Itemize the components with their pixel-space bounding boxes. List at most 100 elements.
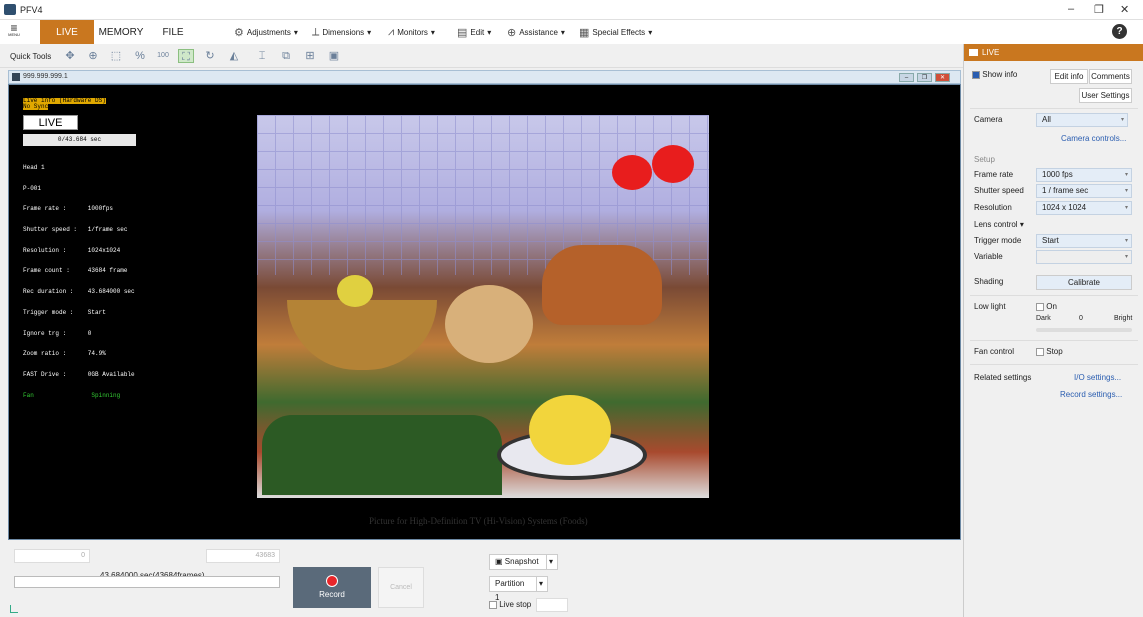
menu-edit[interactable]: ▤ Edit ▾ xyxy=(457,26,491,39)
window-title: PFV4 xyxy=(20,5,43,15)
crop-icon[interactable]: ⌶ xyxy=(254,49,270,63)
edit-info-button[interactable]: Edit info xyxy=(1050,69,1088,84)
shutter-speed-select[interactable]: 1 / frame sec ▾ xyxy=(1036,184,1132,198)
show-info-checkbox[interactable]: Show info xyxy=(972,70,1017,79)
window-icon[interactable]: ▣ xyxy=(326,49,342,63)
live-stop-button[interactable] xyxy=(536,598,568,612)
camera-info-list: Head 1 P-001 Frame rate : 1000fps Shutte… xyxy=(23,151,135,413)
dimensions-icon: ⟂ xyxy=(312,26,320,38)
fit-icon[interactable]: ⛶ xyxy=(178,49,194,63)
related-settings-label: Related settings xyxy=(974,373,1032,382)
app-icon xyxy=(4,4,16,15)
zoom-100-icon[interactable]: 100 xyxy=(155,49,171,63)
info-line: Shutter speed : 1/frame sec xyxy=(23,225,128,233)
snapshot-dropdown[interactable]: ▾ xyxy=(546,554,558,570)
camera-select[interactable]: All ▾ xyxy=(1036,113,1128,127)
menu-button[interactable]: ≡ MENU xyxy=(7,22,21,37)
live-info-overlay: Live info (Hardware DS) No Sync xyxy=(23,98,106,110)
frame-rate-select[interactable]: 1000 fps ▾ xyxy=(1036,168,1132,182)
menu-special-effects[interactable]: ▦ Special Effects ▾ xyxy=(579,26,652,39)
info-line: Frame count : 43684 frame xyxy=(23,267,128,275)
lens-control-toggle[interactable]: Lens control ▾ xyxy=(974,220,1024,229)
trigger-mode-select[interactable]: Start ▾ xyxy=(1036,234,1132,248)
zoom-in-icon[interactable]: ⊕ xyxy=(85,49,101,63)
grid-icon[interactable]: ⊞ xyxy=(302,49,318,63)
shading-label: Shading xyxy=(974,277,1004,286)
menu-assistance[interactable]: ⊕ Assistance ▾ xyxy=(507,26,565,39)
low-light-checkbox[interactable]: On xyxy=(1036,302,1057,311)
io-settings-link[interactable]: I/O settings... xyxy=(1074,373,1121,382)
low-light-label: Low light xyxy=(974,302,1006,311)
assistance-icon: ⊕ xyxy=(507,27,517,39)
tab-memory[interactable]: MEMORY xyxy=(97,20,145,44)
resolution-select[interactable]: 1024 x 1024 ▾ xyxy=(1036,201,1132,215)
live-stop-checkbox[interactable]: Live stop xyxy=(489,600,531,609)
record-settings-link[interactable]: Record settings... xyxy=(1060,390,1122,399)
flip-icon[interactable]: ◭ xyxy=(226,49,242,63)
overlay-sync: No Sync xyxy=(23,103,49,110)
variable-label: Variable xyxy=(974,252,1003,261)
fan-control-label: Fan control xyxy=(974,347,1015,356)
live-settings-panel: LIVE Show info Edit info Comments User S… xyxy=(963,44,1143,617)
camera-label: Camera xyxy=(974,115,1003,124)
minimize-button[interactable]: – xyxy=(1068,3,1074,15)
layer-icon[interactable]: ⧉ xyxy=(278,49,294,63)
marker-icon xyxy=(10,605,18,613)
restore-button[interactable]: ❐ xyxy=(1094,3,1104,16)
fan-status: Fan Spinning xyxy=(23,391,121,399)
fan-stop-checkbox[interactable]: Stop xyxy=(1036,347,1063,356)
menu-bar: ≡ MENU LIVE MEMORY FILE ⚙ Adjustments ▾ ⟂ Di… xyxy=(0,20,1143,44)
live-viewport[interactable]: Picture for High-Definition TV (Hi-Visio… xyxy=(8,84,961,540)
monitors-icon: ⩘ xyxy=(388,26,395,38)
title-bar: PFV4 – ❐ ✕ xyxy=(0,0,1143,20)
shutter-speed-label: Shutter speed xyxy=(974,186,1024,195)
menu-monitors[interactable]: ⩘ Monitors ▾ xyxy=(388,26,435,39)
tab-file[interactable]: FILE xyxy=(158,20,188,44)
tab-live[interactable]: LIVE xyxy=(40,20,94,44)
info-line: P-001 xyxy=(23,184,42,192)
viewer-restore-button[interactable]: ❐ xyxy=(917,73,932,82)
snapshot-button[interactable]: ▣ Snapshot xyxy=(489,554,547,570)
resolution-label: Resolution xyxy=(974,203,1012,212)
info-line: FAST Drive : 0GB Available xyxy=(23,371,135,378)
viewer-title: 999.999.999.1 xyxy=(23,73,68,80)
close-button[interactable]: ✕ xyxy=(1120,3,1129,16)
rotate-icon[interactable]: ↻ xyxy=(202,49,218,63)
cancel-button[interactable]: Cancel xyxy=(378,567,424,608)
pan-icon[interactable]: ✥ xyxy=(62,49,78,63)
partition-select[interactable]: Partition 1 xyxy=(489,576,537,602)
menu-dimensions[interactable]: ⟂ Dimensions ▾ xyxy=(312,26,371,39)
frame-rate-label: Frame rate xyxy=(974,170,1014,179)
record-button[interactable]: Record xyxy=(293,567,371,608)
edit-icon: ▤ xyxy=(457,27,468,39)
start-frame-field[interactable]: 0 xyxy=(14,549,90,563)
help-icon[interactable]: ? xyxy=(1112,24,1127,39)
end-frame-field[interactable]: 43683 xyxy=(206,549,280,563)
record-controls: 0 43683 43.684000 sec(43684frames) Recor… xyxy=(0,541,963,617)
dark-label: Dark xyxy=(1036,315,1051,322)
comments-button[interactable]: Comments xyxy=(1089,69,1132,84)
info-line: Head 1 xyxy=(23,163,45,171)
info-line: Resolution : 1024x1024 xyxy=(23,246,121,254)
menu-adjustments[interactable]: ⚙ Adjustments ▾ xyxy=(234,26,298,39)
calibrate-button[interactable]: Calibrate xyxy=(1036,275,1132,290)
bright-label: Bright xyxy=(1114,315,1133,322)
zoom-area-icon[interactable]: ⬚ xyxy=(108,49,124,63)
panel-header: LIVE xyxy=(964,44,1143,61)
camera-controls-link[interactable]: Camera controls... xyxy=(1061,134,1126,143)
camera-image xyxy=(257,115,709,498)
time-readout: 0/43.684 sec xyxy=(23,134,136,146)
image-caption: Picture for High-Definition TV (Hi-Visio… xyxy=(369,516,588,526)
info-line: Trigger mode : Start xyxy=(23,308,106,316)
partition-dropdown[interactable]: ▾ xyxy=(536,576,548,592)
live-panel-icon xyxy=(969,49,978,56)
special-effects-icon: ▦ xyxy=(579,27,590,39)
viewer-close-button[interactable]: ✕ xyxy=(935,73,950,82)
percent-icon[interactable]: % xyxy=(132,49,148,63)
low-light-value: 0 xyxy=(1079,315,1083,322)
user-settings-button[interactable]: User Settings xyxy=(1079,88,1132,103)
range-slider[interactable] xyxy=(14,576,280,588)
variable-select[interactable]: ▾ xyxy=(1036,250,1132,264)
low-light-slider[interactable] xyxy=(1036,328,1132,332)
viewer-minimize-button[interactable]: – xyxy=(899,73,914,82)
